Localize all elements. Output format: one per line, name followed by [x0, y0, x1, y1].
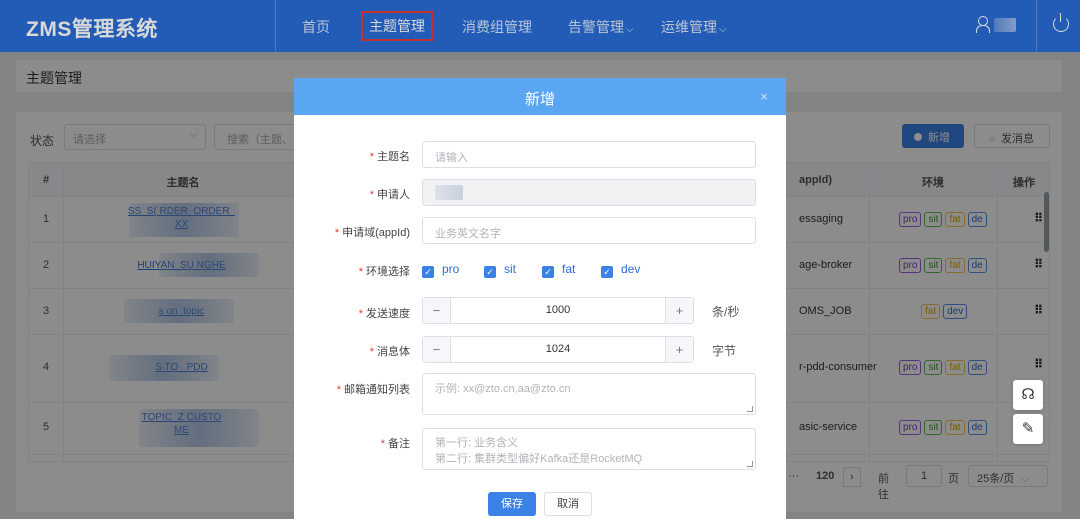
message-size-unit: 字节 — [712, 344, 737, 358]
env-checkbox-sit[interactable]: ✓ sit — [484, 262, 516, 278]
send-speed-decrement-button[interactable]: − — [423, 298, 451, 323]
new-topic-dialog: 新增 × * 主题名 请输入 * 申请人 * 申请域(appId) 业务英文名字 * 环… — [294, 78, 786, 519]
message-size-stepper: − 1024 + — [422, 336, 694, 363]
env-option-sit: sit — [504, 262, 516, 276]
chevron-right-icon[interactable]: › — [1050, 408, 1055, 424]
env-checkbox-dev[interactable]: ✓ dev — [601, 262, 640, 278]
send-speed-increment-button[interactable]: + — [665, 298, 693, 323]
send-speed-value[interactable]: 1000 — [451, 304, 665, 316]
send-speed-unit: 条/秒 — [712, 305, 740, 319]
dialog-header: 新增 × — [294, 78, 786, 115]
message-size-label: * 消息体 — [369, 346, 410, 358]
email-list-label: * 邮箱通知列表 — [336, 384, 410, 396]
email-list-label-text: 邮箱通知列表 — [344, 384, 410, 396]
headset-icon[interactable]: ☊ — [1013, 380, 1043, 410]
checkbox-checked-icon: ✓ — [601, 266, 613, 278]
topic-name-placeholder: 请输入 — [435, 152, 468, 164]
email-list-textarea[interactable]: 示例: xx@zto.cn,aa@zto.cn — [422, 373, 756, 415]
topic-name-label: * 主题名 — [369, 151, 410, 163]
appid-label: * 申请域(appId) — [334, 227, 410, 239]
checkbox-checked-icon: ✓ — [542, 266, 554, 278]
remark-label-text: 备注 — [388, 438, 410, 450]
remark-placeholder-line1: 第一行: 业务含义 — [435, 437, 519, 449]
message-size-label-text: 消息体 — [377, 346, 410, 358]
env-label: * 环境选择 — [358, 266, 410, 278]
send-speed-label: * 发送速度 — [358, 308, 410, 320]
send-speed-label-text: 发送速度 — [366, 308, 410, 320]
checkbox-checked-icon: ✓ — [484, 266, 496, 278]
message-size-decrement-button[interactable]: − — [423, 337, 451, 362]
appid-input[interactable]: 业务英文名字 — [422, 217, 756, 244]
send-speed-stepper: − 1000 + — [422, 297, 694, 324]
env-option-fat: fat — [562, 262, 576, 276]
remark-label: * 备注 — [380, 438, 410, 450]
env-option-pro: pro — [442, 262, 460, 276]
appid-label-text: 申请域(appId) — [342, 227, 410, 239]
applicant-label: * 申请人 — [369, 189, 410, 201]
env-option-dev: dev — [621, 262, 641, 276]
close-icon[interactable]: × — [760, 89, 768, 104]
resize-handle-icon[interactable] — [747, 461, 753, 467]
topic-name-input[interactable]: 请输入 — [422, 141, 756, 168]
cancel-button[interactable]: 取消 — [544, 492, 592, 516]
appid-placeholder: 业务英文名字 — [435, 228, 501, 240]
message-size-value[interactable]: 1024 — [451, 343, 665, 355]
message-size-increment-button[interactable]: + — [665, 337, 693, 362]
applicant-input — [422, 179, 756, 206]
edit-icon[interactable]: ✎ — [1013, 414, 1043, 444]
env-checkbox-pro[interactable]: ✓ pro — [422, 262, 459, 278]
env-checkbox-fat[interactable]: ✓ fat — [542, 262, 575, 278]
applicant-label-text: 申请人 — [377, 189, 410, 201]
remark-textarea[interactable]: 第一行: 业务含义 第二行: 集群类型偏好Kafka还是RocketMQ — [422, 428, 756, 470]
dialog-title: 新增 — [524, 91, 555, 108]
save-button[interactable]: 保存 — [488, 492, 536, 516]
env-label-text: 环境选择 — [366, 266, 410, 278]
applicant-redacted — [435, 185, 463, 200]
topic-name-label-text: 主题名 — [377, 151, 410, 163]
navbar-overlay — [0, 0, 1080, 52]
resize-handle-icon[interactable] — [747, 406, 753, 412]
remark-placeholder-line2: 第二行: 集群类型偏好Kafka还是RocketMQ — [435, 453, 643, 465]
email-list-placeholder: 示例: xx@zto.cn,aa@zto.cn — [435, 383, 571, 395]
checkbox-checked-icon: ✓ — [422, 266, 434, 278]
